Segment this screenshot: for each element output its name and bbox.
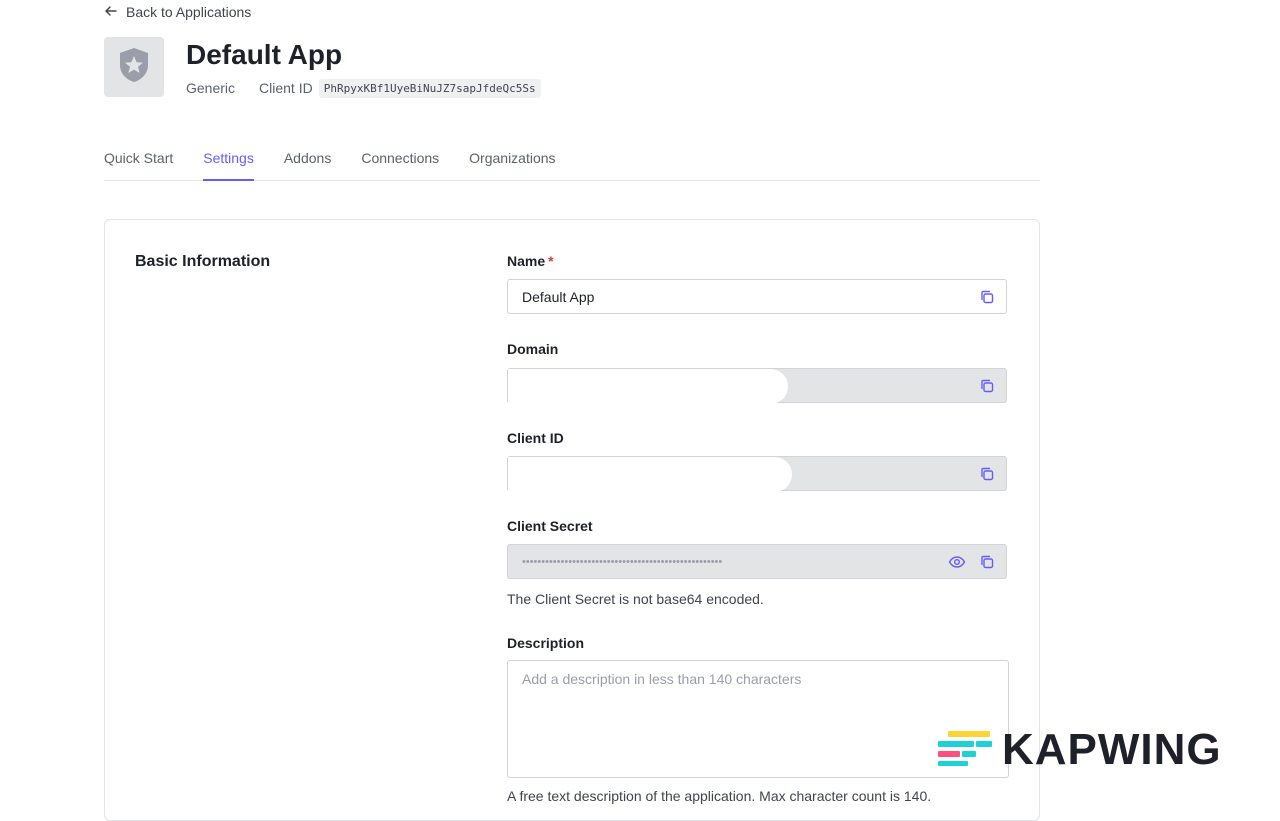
tab-connections[interactable]: Connections [361,138,439,180]
app-type: Generic [186,80,236,96]
name-field[interactable]: Default App [507,279,1007,314]
domain-field[interactable] [507,368,1007,404]
app-logo [104,37,164,97]
page-title: Default App [186,39,343,70]
name-label-text: Name [507,253,546,269]
watermark-text: KAPWING [1002,725,1222,774]
kapwing-watermark: KAPWING [938,728,1222,772]
arrow-left-icon [104,4,118,21]
domain-label: Domain [507,341,559,357]
redaction-overlay [508,369,788,404]
description-label: Description [507,635,585,651]
copy-icon[interactable] [972,459,1002,489]
client-id-field[interactable] [507,456,1007,492]
eye-icon[interactable] [942,547,972,577]
tab-quick-start[interactable]: Quick Start [104,138,173,180]
copy-icon[interactable] [972,371,1002,401]
name-input-value[interactable]: Default App [508,289,972,305]
shield-star-icon [117,47,151,88]
section-title: Basic Information [135,253,271,270]
client-secret-help: The Client Secret is not base64 encoded. [507,591,764,607]
required-mark: * [548,253,554,269]
name-label: Name * [507,253,554,269]
kapwing-logo-icon [938,729,992,772]
description-help: A free text description of the applicati… [507,788,932,804]
tab-addons[interactable]: Addons [284,138,331,180]
client-secret-masked-value: ••••••••••••••••••••••••••••••••••••••••… [522,555,723,568]
client-secret-label: Client Secret [507,518,593,534]
basic-information-panel: Basic Information Name * Default App Doma… [104,219,1040,821]
tab-bar: Quick Start Settings Addons Connections … [104,138,1040,181]
client-secret-field[interactable]: ••••••••••••••••••••••••••••••••••••••••… [507,544,1007,579]
back-link-label: Back to Applications [126,4,252,20]
tab-settings[interactable]: Settings [203,138,254,181]
client-id-pill[interactable]: PhRpyxKBf1UyeBiNuJZ7sapJfdeQc5Ss [318,78,541,98]
back-to-applications-link[interactable]: Back to Applications [104,4,251,20]
copy-icon[interactable] [972,547,1002,577]
redaction-overlay [508,457,792,492]
description-textarea[interactable] [507,660,1009,778]
copy-icon[interactable] [972,282,1002,312]
app-meta: Generic Client ID PhRpyxKBf1UyeBiNuJZ7sa… [186,78,541,98]
client-id-label: Client ID [259,80,313,96]
tab-organizations[interactable]: Organizations [469,138,555,180]
client-id-field-label: Client ID [507,430,564,446]
